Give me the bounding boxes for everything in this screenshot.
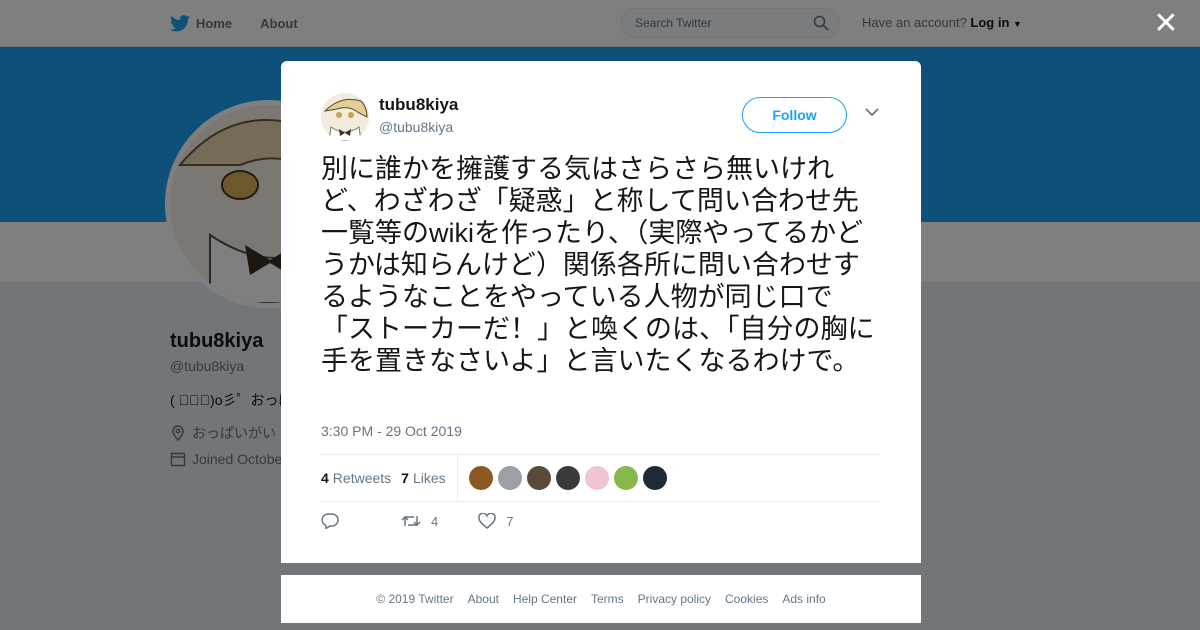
footer-about[interactable]: About <box>468 592 499 606</box>
heart-icon <box>478 513 496 529</box>
follow-button[interactable]: Follow <box>742 97 847 133</box>
close-icon[interactable]: ✕ <box>1152 9 1180 39</box>
stats-separator <box>457 455 458 501</box>
likes-stat[interactable]: 7 Likes <box>401 470 445 486</box>
retweets-count: 4 <box>321 470 329 486</box>
footer-copyright: © 2019 Twitter <box>376 592 454 606</box>
tweet-author-name[interactable]: tubu8kiya <box>379 95 458 115</box>
footer-help-center[interactable]: Help Center <box>513 592 577 606</box>
divider <box>321 501 881 502</box>
tweet-stats: 4 Retweets 7 Likes <box>321 455 456 501</box>
likes-count: 7 <box>401 470 409 486</box>
likes-label: Likes <box>412 470 446 486</box>
tweet-text: 別に誰かを擁護する気はさらさら無いけれど、わざわざ「疑惑」と称して問い合わせ先一… <box>321 154 875 376</box>
liker-avatar[interactable] <box>498 466 522 490</box>
liker-avatar[interactable] <box>585 466 609 490</box>
reply-button[interactable] <box>321 513 339 529</box>
liker-avatars <box>469 466 667 490</box>
liker-avatar[interactable] <box>643 466 667 490</box>
liker-avatar[interactable] <box>527 466 551 490</box>
retweet-icon <box>401 515 421 527</box>
tweet-modal: tubu8kiya @tubu8kiya Follow 別に誰かを擁護する気はさ… <box>281 61 921 563</box>
tweet-author-handle[interactable]: @tubu8kiya <box>379 119 453 135</box>
footer-privacy[interactable]: Privacy policy <box>638 592 711 606</box>
liker-avatar[interactable] <box>614 466 638 490</box>
tweet-actions: 4 7 <box>321 513 537 529</box>
author-avatar-icon <box>321 93 369 141</box>
retweets-stat[interactable]: 4 Retweets <box>321 470 391 486</box>
footer-terms[interactable]: Terms <box>591 592 624 606</box>
footer-cookies[interactable]: Cookies <box>725 592 768 606</box>
like-count: 7 <box>506 513 514 529</box>
retweets-label: Retweets <box>332 470 392 486</box>
like-button[interactable]: 7 <box>478 513 513 529</box>
tweet-author-avatar[interactable] <box>321 93 369 141</box>
retweet-count: 4 <box>431 513 439 529</box>
footer: © 2019 Twitter About Help Center Terms P… <box>281 575 921 623</box>
footer-ads-info[interactable]: Ads info <box>782 592 825 606</box>
liker-avatar[interactable] <box>556 466 580 490</box>
liker-avatar[interactable] <box>469 466 493 490</box>
tweet-timestamp[interactable]: 3:30 PM - 29 Oct 2019 <box>321 423 462 439</box>
chevron-down-icon[interactable] <box>865 107 879 117</box>
retweet-button[interactable]: 4 <box>401 513 438 529</box>
reply-icon <box>321 513 339 529</box>
